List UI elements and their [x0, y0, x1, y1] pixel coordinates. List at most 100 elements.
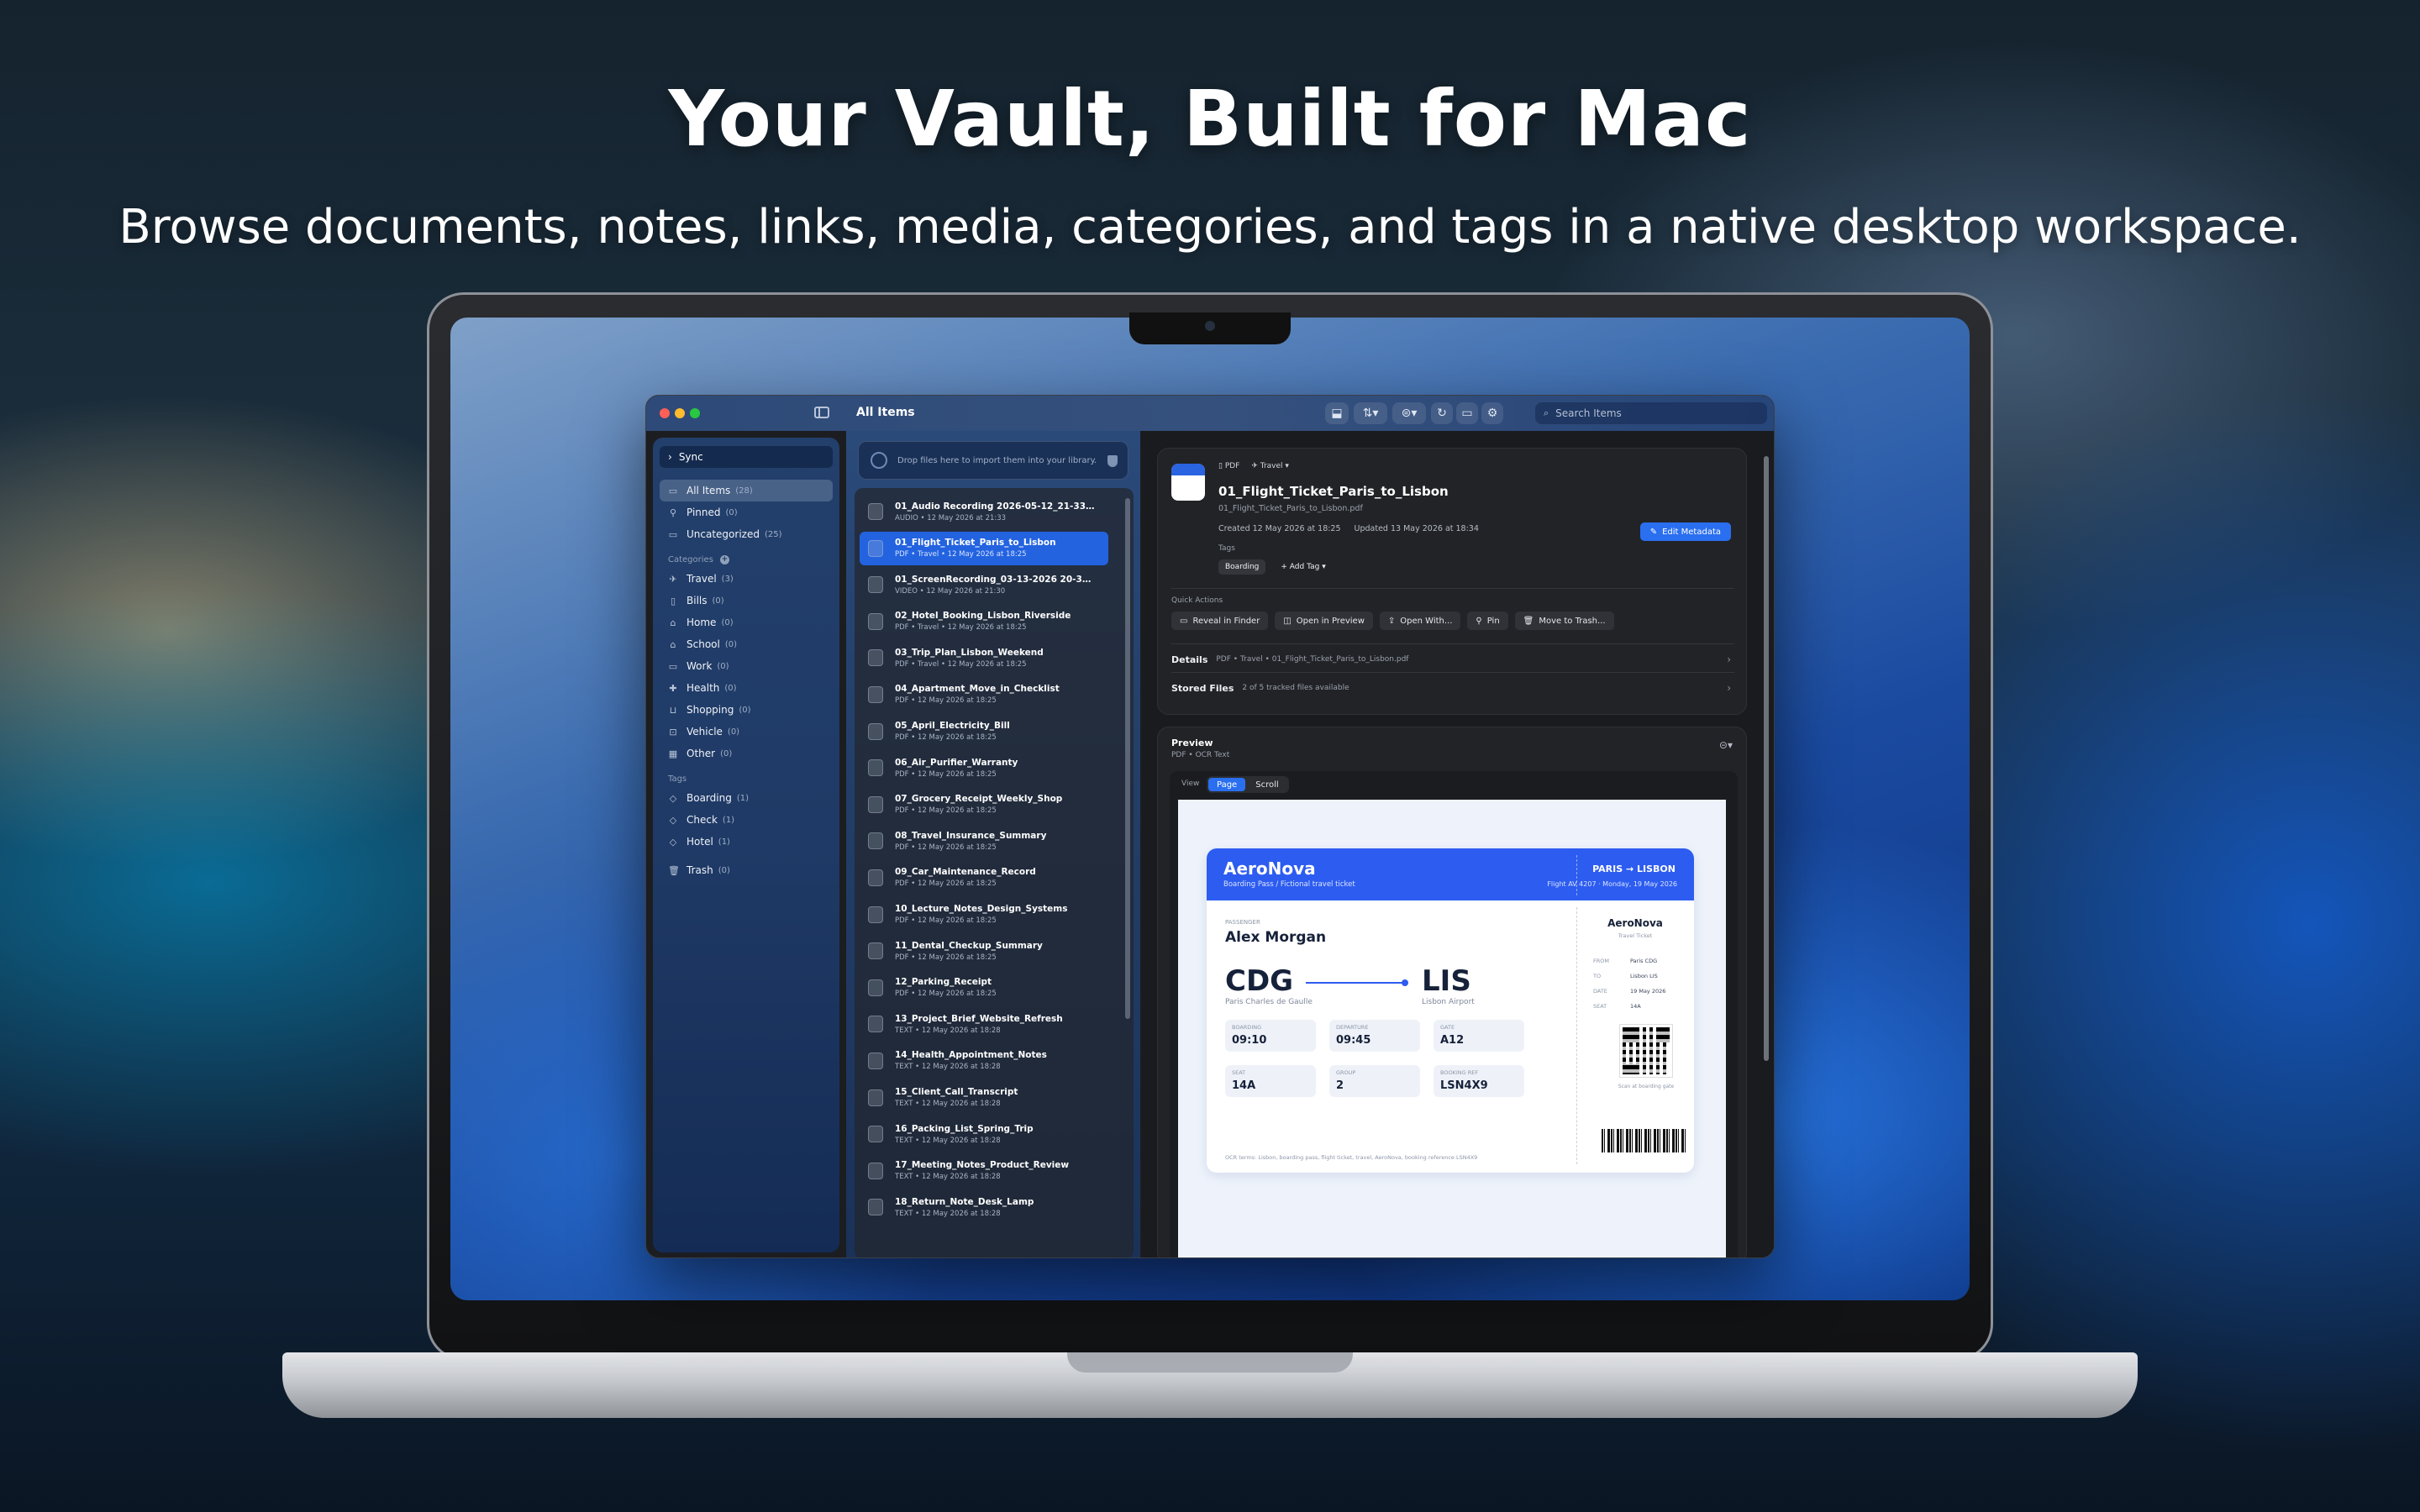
tags-row: Boarding + Add Tag ▾ — [1218, 559, 1333, 575]
scroll-mode-button[interactable]: Scroll — [1247, 778, 1286, 791]
document-title: 01_Flight_Ticket_Paris_to_Lisbon — [1218, 484, 1449, 499]
category-pill[interactable]: ✈ Travel ▾ — [1251, 462, 1289, 470]
sidebar-item-label: Vehicle — [687, 726, 723, 738]
list-item-text: 15_Client_Call_Transcript TEXT • 12 May 2… — [895, 1087, 1097, 1108]
list-item[interactable]: 03_Trip_Plan_Lisbon_Weekend PDF • Travel … — [860, 641, 1108, 675]
pin-button[interactable]: ⚲ Pin — [1467, 612, 1508, 630]
sort-button[interactable]: ⇅▾ — [1354, 402, 1387, 424]
sidebar-item-hotel[interactable]: ◇ Hotel (1) — [660, 831, 833, 853]
hero-subtitle: Browse documents, notes, links, media, c… — [118, 200, 2302, 255]
close-window-button[interactable] — [660, 408, 670, 418]
zoom-window-button[interactable] — [690, 408, 700, 418]
sidebar-item-uncategorized[interactable]: ▭ Uncategorized (25) — [660, 523, 833, 545]
sync-row[interactable]: › Sync — [660, 446, 833, 468]
list-item[interactable]: 12_Parking_Receipt PDF • 12 May 2026 at 1… — [860, 971, 1108, 1005]
pin-icon: ⚲ — [669, 507, 677, 518]
sidebar-item-work[interactable]: ▭ Work (0) — [660, 655, 833, 677]
sidebar-item-vehicle[interactable]: ⊡ Vehicle (0) — [660, 721, 833, 743]
ticket-field-seat: SEAT 14A — [1225, 1065, 1316, 1097]
list-item[interactable]: 01_ScreenRecording_03-13-2026 20-35-27_1… — [860, 568, 1108, 601]
add-category-icon[interactable]: + — [719, 555, 729, 564]
sidebar-item-travel[interactable]: ✈ Travel (3) — [660, 568, 833, 590]
list-item[interactable]: 01_Flight_Ticket_Paris_to_Lisbon PDF • Tr… — [860, 531, 1108, 565]
stub-row-to: TO Lisbon LIS — [1593, 973, 1658, 979]
type-pill: ▯ PDF — [1218, 462, 1240, 470]
sidebar-item-health[interactable]: ✚ Health (0) — [660, 677, 833, 699]
tag-chip-boarding[interactable]: Boarding — [1218, 559, 1266, 575]
import-button[interactable]: ⬓ — [1325, 402, 1349, 424]
quick-actions-row: ▭ Reveal in Finder ◫ Open in Preview ⇪ Open W… — [1171, 612, 1614, 630]
minimize-window-button[interactable] — [675, 408, 685, 418]
metadata-card: ▯ PDF ✈ Travel ▾ 01_Flight_Ticket_Paris_… — [1157, 448, 1747, 715]
folder-button[interactable]: ▭ — [1456, 402, 1478, 424]
details-label: Details — [1171, 654, 1208, 665]
list-item-subtitle: TEXT • 12 May 2026 at 18:28 — [895, 1026, 1001, 1035]
details-row[interactable]: Details PDF • Travel • 01_Flight_Ticket_… — [1171, 650, 1734, 669]
list-scrollbar[interactable] — [1125, 498, 1130, 1019]
list-item[interactable]: 02_Hotel_Booking_Lisbon_Riverside PDF • T… — [860, 605, 1108, 638]
quick-actions-label: Quick Actions — [1171, 596, 1223, 605]
sidebar-item-boarding[interactable]: ◇ Boarding (1) — [660, 787, 833, 809]
move-to-trash-button[interactable]: 🗑 Move to Trash... — [1514, 612, 1614, 630]
sidebar-item-count: (0) — [739, 705, 751, 715]
preview-options-icon[interactable]: ⊝▾ — [1719, 739, 1733, 751]
list-item[interactable]: 04_Apartment_Move_in_Checklist PDF • 12 M… — [860, 678, 1108, 711]
passenger-label: PASSENGER — [1225, 919, 1260, 926]
list-item[interactable]: 14_Health_Appointment_Notes TEXT • 12 May… — [860, 1044, 1108, 1078]
list-item[interactable]: 09_Car_Maintenance_Record PDF • 12 May 20… — [860, 861, 1108, 895]
search-input[interactable] — [1555, 407, 1749, 419]
document-icon — [868, 503, 883, 520]
inbox-icon: ▭ — [668, 528, 678, 540]
sidebar-item-other[interactable]: ▦ Other (0) — [660, 743, 833, 764]
page-mode-button[interactable]: Page — [1208, 778, 1246, 791]
sidebar-item-count: (28) — [735, 486, 753, 496]
list-item-subtitle: PDF • 12 May 2026 at 18:25 — [895, 879, 997, 889]
sidebar-item-school[interactable]: ⌂ School (0) — [660, 633, 833, 655]
list-item[interactable]: 11_Dental_Checkup_Summary PDF • 12 May 20… — [860, 934, 1108, 968]
sidebar-item-trash[interactable]: 🗑 Trash (0) — [660, 859, 833, 881]
detail-column: ▯ PDF ✈ Travel ▾ 01_Flight_Ticket_Paris_… — [1142, 431, 1774, 1257]
filter-button[interactable]: ⊜▾ — [1392, 402, 1426, 424]
drop-zone[interactable]: Drop files here to import them into your… — [858, 441, 1128, 480]
list-item-subtitle: VIDEO • 12 May 2026 at 21:30 — [895, 586, 1006, 596]
sidebar-item-count: (0) — [724, 639, 738, 649]
list-item[interactable]: 08_Travel_Insurance_Summary PDF • 12 May … — [860, 824, 1108, 858]
sidebar-toggle-icon[interactable] — [814, 407, 829, 418]
stored-files-row[interactable]: Stored Files 2 of 5 tracked files availa… — [1171, 679, 1734, 697]
settings-button[interactable]: ⚙ — [1481, 402, 1503, 424]
list-item[interactable]: 17_Meeting_Notes_Product_Review TEXT • 12… — [860, 1154, 1108, 1188]
tags-label: Tags — [1218, 544, 1235, 553]
open-in-preview-button[interactable]: ◫ Open in Preview — [1275, 612, 1373, 630]
list-item-title: 15_Client_Call_Transcript — [895, 1087, 1018, 1097]
list-item-subtitle: PDF • 12 May 2026 at 18:25 — [895, 769, 997, 779]
edit-metadata-button[interactable]: ✎ Edit Metadata — [1639, 522, 1731, 541]
list-item-title: 14_Health_Appointment_Notes — [895, 1050, 1047, 1061]
origin-airport: Paris Charles de Gaulle — [1225, 998, 1313, 1006]
list-item[interactable]: 06_Air_Purifier_Warranty PDF • 12 May 202… — [860, 751, 1108, 785]
document-filename: 01_Flight_Ticket_Paris_to_Lisbon.pdf — [1218, 504, 1363, 513]
reveal-in-finder-button[interactable]: ▭ Reveal in Finder — [1171, 612, 1269, 630]
sidebar-item-check[interactable]: ◇ Check (1) — [660, 809, 833, 831]
sidebar-item-home[interactable]: ⌂ Home (0) — [660, 612, 833, 633]
refresh-button[interactable]: ↻ — [1431, 402, 1453, 424]
list-item[interactable]: 07_Grocery_Receipt_Weekly_Shop PDF • 12 M… — [860, 788, 1108, 822]
quick-action-label: Open in Preview — [1296, 616, 1365, 626]
quick-action-label: Reveal in Finder — [1192, 616, 1260, 626]
list-item-title: 01_Audio Recording 2026-05-12_21-33-01 — [895, 501, 1097, 512]
list-item[interactable]: 18_Return_Note_Desk_Lamp TEXT • 12 May 20… — [860, 1190, 1108, 1224]
hero-title: Your Vault, Built for Mac — [668, 74, 1752, 164]
sidebar-item-bills[interactable]: ▯ Bills (0) — [660, 590, 833, 612]
list-item[interactable]: 01_Audio Recording 2026-05-12_21-33-01 AU… — [860, 495, 1108, 528]
list-item[interactable]: 16_Packing_List_Spring_Trip TEXT • 12 May… — [860, 1117, 1108, 1151]
sidebar-item-shopping[interactable]: ⊔ Shopping (0) — [660, 699, 833, 721]
detail-scrollbar[interactable] — [1764, 456, 1769, 1061]
sidebar-item-all-items[interactable]: ▭ All Items (28) — [660, 480, 833, 501]
sidebar-item-pinned[interactable]: ⚲ Pinned (0) — [660, 501, 833, 523]
list-item[interactable]: 13_Project_Brief_Website_Refresh TEXT • 1… — [860, 1007, 1108, 1041]
add-tag-button[interactable]: + Add Tag ▾ — [1274, 559, 1332, 575]
list-item[interactable]: 05_April_Electricity_Bill PDF • 12 May 20… — [860, 715, 1108, 748]
list-item[interactable]: 10_Lecture_Notes_Design_Systems PDF • 12 … — [860, 898, 1108, 932]
list-item[interactable]: 15_Client_Call_Transcript TEXT • 12 May 2… — [860, 1081, 1108, 1115]
document-dates: Created 12 May 2026 at 18:25 Updated 13 … — [1218, 524, 1479, 533]
open-with-button[interactable]: ⇪ Open With... — [1379, 612, 1461, 630]
